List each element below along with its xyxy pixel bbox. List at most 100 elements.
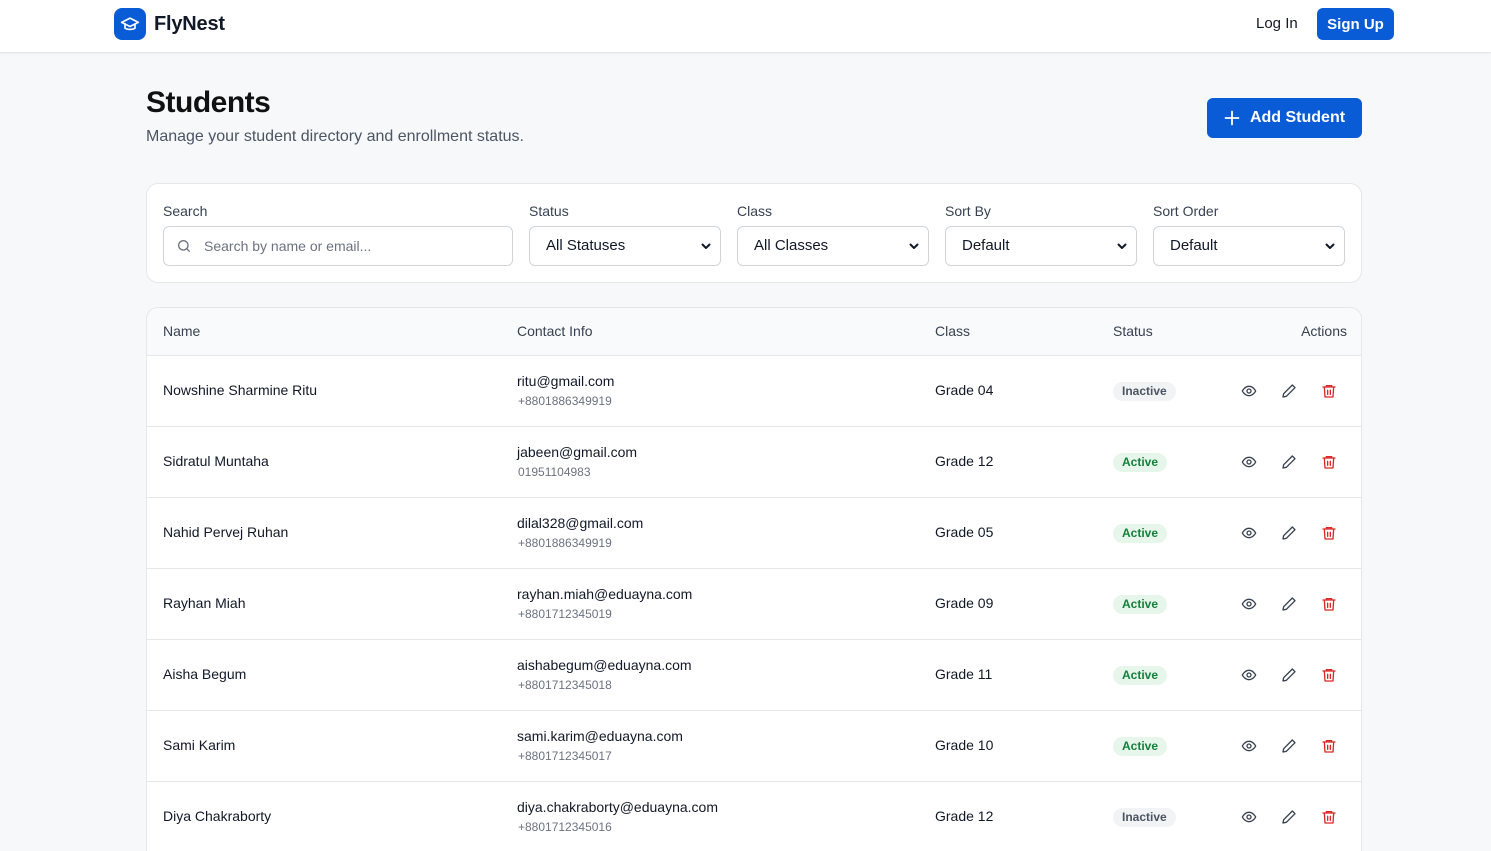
column-header-contact: Contact Info — [517, 323, 593, 339]
eye-icon — [1241, 456, 1257, 468]
delete-button[interactable] — [1320, 595, 1338, 613]
class-select-value: All Classes — [754, 237, 829, 254]
view-button[interactable] — [1240, 382, 1258, 400]
student-email: rayhan.miah@eduayna.com — [517, 586, 693, 602]
view-button[interactable] — [1240, 808, 1258, 826]
student-email: aishabegum@eduayna.com — [517, 657, 692, 673]
status-label: Status — [529, 203, 569, 219]
sort-order-select-value: Default — [1170, 237, 1218, 254]
view-button[interactable] — [1240, 666, 1258, 684]
eye-icon — [1241, 385, 1257, 397]
page-title: Students — [146, 86, 271, 119]
filters-panel: Search Status All Statuses Class All Cla… — [146, 183, 1362, 283]
search-field[interactable] — [163, 226, 513, 266]
pencil-icon — [1282, 810, 1296, 824]
column-header-actions: Actions — [1301, 323, 1347, 339]
delete-button[interactable] — [1320, 382, 1338, 400]
view-button[interactable] — [1240, 524, 1258, 542]
table-row: Rayhan Miah rayhan.miah@eduayna.com +880… — [147, 569, 1361, 640]
edit-button[interactable] — [1280, 666, 1298, 684]
student-class: Grade 04 — [935, 382, 994, 398]
edit-button[interactable] — [1280, 524, 1298, 542]
student-name: Nahid Pervej Ruhan — [163, 524, 289, 540]
login-button[interactable]: Log In — [1246, 8, 1308, 40]
trash-icon — [1322, 598, 1336, 611]
student-phone: +8801712345016 — [518, 820, 612, 834]
student-class: Grade 10 — [935, 737, 994, 753]
student-name: Aisha Begum — [163, 666, 247, 682]
delete-button[interactable] — [1320, 524, 1338, 542]
delete-button[interactable] — [1320, 737, 1338, 755]
student-phone: +8801886349919 — [518, 536, 612, 550]
chevron-down-icon — [909, 243, 919, 249]
delete-button[interactable] — [1320, 453, 1338, 471]
brand[interactable]: FlyNest — [114, 8, 225, 40]
class-label: Class — [737, 203, 773, 219]
edit-button[interactable] — [1280, 453, 1298, 471]
edit-button[interactable] — [1280, 808, 1298, 826]
view-button[interactable] — [1240, 595, 1258, 613]
status-select[interactable]: All Statuses — [529, 226, 721, 266]
student-class: Grade 12 — [935, 808, 994, 824]
status-badge: Active — [1113, 595, 1168, 614]
table-header: Name Contact Info Class Status Actions — [147, 308, 1361, 356]
status-badge: Active — [1113, 453, 1168, 472]
pencil-icon — [1282, 668, 1296, 682]
student-class: Grade 05 — [935, 524, 994, 540]
edit-button[interactable] — [1280, 737, 1298, 755]
page-subtitle: Manage your student directory and enroll… — [146, 128, 524, 145]
status-badge: Active — [1113, 666, 1168, 685]
add-student-button[interactable]: Add Student — [1207, 98, 1362, 138]
eye-icon — [1241, 669, 1257, 681]
sort-order-label: Sort Order — [1153, 203, 1219, 219]
student-email: sami.karim@eduayna.com — [517, 728, 683, 744]
pencil-icon — [1282, 455, 1296, 469]
student-class: Grade 12 — [935, 453, 994, 469]
eye-icon — [1241, 598, 1257, 610]
chevron-down-icon — [701, 243, 711, 249]
student-name: Rayhan Miah — [163, 595, 246, 611]
eye-icon — [1241, 740, 1257, 752]
edit-button[interactable] — [1280, 595, 1298, 613]
student-class: Grade 09 — [935, 595, 994, 611]
sort-order-select[interactable]: Default — [1153, 226, 1345, 266]
chevron-down-icon — [1325, 243, 1335, 249]
view-button[interactable] — [1240, 453, 1258, 471]
edit-button[interactable] — [1280, 382, 1298, 400]
top-navbar: FlyNest Log In Sign Up — [0, 0, 1491, 53]
table-row: Diya Chakraborty diya.chakraborty@eduayn… — [147, 782, 1361, 851]
student-email: ritu@gmail.com — [517, 373, 615, 389]
delete-button[interactable] — [1320, 808, 1338, 826]
trash-icon — [1322, 527, 1336, 540]
student-email: dilal328@gmail.com — [517, 515, 644, 531]
student-phone: +8801712345017 — [518, 749, 612, 763]
pencil-icon — [1282, 739, 1296, 753]
student-phone: +8801712345018 — [518, 678, 612, 692]
eye-icon — [1241, 811, 1257, 823]
student-name: Sidratul Muntaha — [163, 453, 269, 469]
student-class: Grade 11 — [935, 666, 993, 682]
search-input[interactable] — [204, 227, 504, 265]
status-badge: Active — [1113, 737, 1168, 756]
sort-by-select-value: Default — [962, 237, 1010, 254]
chevron-down-icon — [1117, 243, 1127, 249]
trash-icon — [1322, 811, 1336, 824]
student-email: jabeen@gmail.com — [517, 444, 638, 460]
status-badge: Inactive — [1113, 808, 1176, 827]
sort-by-select[interactable]: Default — [945, 226, 1137, 266]
table-row: Nahid Pervej Ruhan dilal328@gmail.com +8… — [147, 498, 1361, 569]
status-badge: Inactive — [1113, 382, 1176, 401]
student-email: diya.chakraborty@eduayna.com — [517, 799, 718, 815]
class-select[interactable]: All Classes — [737, 226, 929, 266]
view-button[interactable] — [1240, 737, 1258, 755]
delete-button[interactable] — [1320, 666, 1338, 684]
trash-icon — [1322, 669, 1336, 682]
column-header-name: Name — [163, 323, 201, 339]
brand-name: FlyNest — [154, 12, 225, 35]
status-select-value: All Statuses — [546, 237, 626, 254]
column-header-status: Status — [1113, 323, 1153, 339]
status-badge: Active — [1113, 524, 1168, 543]
eye-icon — [1241, 527, 1257, 539]
signup-button[interactable]: Sign Up — [1317, 8, 1394, 40]
search-label: Search — [163, 203, 208, 219]
